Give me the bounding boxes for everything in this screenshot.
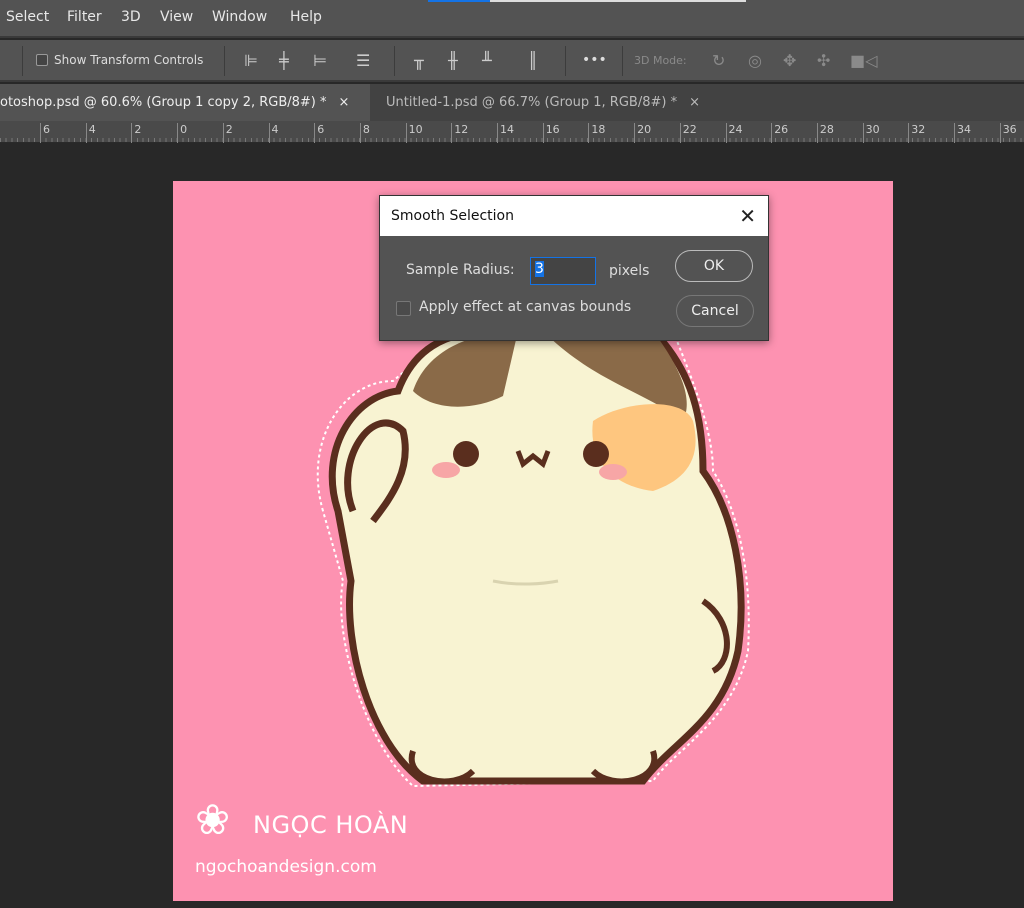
- align-top-icon[interactable]: ╥: [414, 40, 424, 80]
- ruler-tick-label: 6: [40, 123, 50, 143]
- ruler-tick-label: 14: [497, 123, 514, 143]
- align-left-icon[interactable]: ⊫: [244, 40, 258, 80]
- more-options-button[interactable]: •••: [582, 40, 607, 80]
- ruler-tick-label: 10: [405, 123, 423, 143]
- ruler-tick-label: 12: [451, 123, 468, 143]
- ruler-tick-label: 4: [85, 123, 96, 143]
- tab-label: Untitled-1.psd @ 66.7% (Group 1, RGB/8#)…: [386, 95, 678, 110]
- tab-photoshop-psd[interactable]: otoshop.psd @ 60.6% (Group 1 copy 2, RGB…: [0, 84, 370, 121]
- show-transform-controls-label: Show Transform Controls: [54, 53, 204, 67]
- ruler-tick-label: 0: [177, 123, 187, 143]
- logo-flower-icon: ❀: [195, 795, 231, 844]
- 3d-scale-icon[interactable]: ■◁: [850, 40, 877, 80]
- menu-filter[interactable]: Filter: [67, 9, 102, 25]
- ruler-tick-label: 30: [862, 123, 880, 143]
- menu-3d[interactable]: 3D: [121, 9, 141, 25]
- sample-radius-label: Sample Radius:: [406, 262, 515, 278]
- document-tabs: otoshop.psd @ 60.6% (Group 1 copy 2, RGB…: [0, 84, 1024, 121]
- 3d-roll-icon[interactable]: ◎: [748, 40, 762, 80]
- unit-label: pixels: [609, 263, 650, 279]
- menu-window[interactable]: Window: [212, 9, 267, 25]
- align-vcenter-icon[interactable]: ╫: [448, 40, 458, 80]
- align-hcenter-icon[interactable]: ╪: [279, 40, 289, 80]
- ruler-tick-label: 16: [542, 123, 560, 143]
- ruler-tick-label: 22: [679, 123, 697, 143]
- dialog-title-bar: Smooth Selection ✕: [380, 196, 768, 236]
- cancel-button[interactable]: Cancel: [676, 295, 754, 327]
- ruler-tick-label: 8: [359, 123, 370, 143]
- watermark-site: ngochoandesign.com: [195, 857, 377, 877]
- ruler-tick-label: 6: [314, 123, 324, 143]
- tab-untitled-1[interactable]: Untitled-1.psd @ 66.7% (Group 1, RGB/8#)…: [386, 84, 726, 121]
- ruler-tick-label: 24: [725, 123, 743, 143]
- menu-select[interactable]: Select: [6, 9, 49, 25]
- distribute-icon[interactable]: ☰: [356, 40, 370, 80]
- ruler-tick-label: 18: [588, 123, 605, 143]
- ruler-tick-label: 26: [771, 123, 788, 143]
- ruler-tick-label: 34: [954, 123, 971, 143]
- options-bar: Show Transform Controls ⊫ ╪ ⊨ ☰ ╥ ╫ ╨ ║ …: [0, 40, 1024, 82]
- menu-help[interactable]: Help: [290, 9, 322, 25]
- menu-view[interactable]: View: [160, 9, 193, 25]
- ruler-tick-label: 4: [268, 123, 279, 143]
- apply-effect-at-canvas-bounds-checkbox[interactable]: [396, 301, 411, 316]
- sample-radius-value: 3: [535, 261, 544, 277]
- watermark-brand: NGỌC HOÀN: [253, 811, 409, 839]
- 3d-slide-icon[interactable]: ✣: [817, 40, 830, 80]
- ruler-tick-label: 20: [634, 123, 651, 143]
- ruler-tick-label: 2: [131, 123, 141, 143]
- apply-effect-label: Apply effect at canvas bounds: [419, 299, 632, 315]
- align-right-icon[interactable]: ⊨: [313, 40, 327, 80]
- close-icon[interactable]: ✕: [739, 204, 756, 228]
- progress-bar: [428, 0, 746, 2]
- close-tab-icon[interactable]: ×: [689, 95, 700, 110]
- smooth-selection-dialog: Smooth Selection ✕ Sample Radius: 3 pixe…: [379, 195, 769, 341]
- tab-label: otoshop.psd @ 60.6% (Group 1 copy 2, RGB…: [0, 95, 327, 110]
- sample-radius-input[interactable]: 3: [530, 257, 596, 285]
- 3d-mode-label: 3D Mode:: [634, 53, 687, 67]
- ok-button[interactable]: OK: [675, 250, 753, 282]
- show-transform-controls-checkbox[interactable]: Show Transform Controls: [36, 40, 203, 80]
- dialog-title: Smooth Selection: [391, 208, 514, 224]
- horizontal-ruler: 6 4 2 0 2 4 6 8 10 12 14 16 18 20 22 24 26 28 30 32 34 36: [0, 121, 1024, 143]
- ruler-tick-label: 36: [999, 123, 1017, 143]
- close-tab-icon[interactable]: ×: [339, 95, 350, 110]
- ruler-tick-label: 32: [908, 123, 925, 143]
- align-bottom-icon[interactable]: ╨: [482, 40, 492, 80]
- 3d-rotate-icon[interactable]: ↻: [712, 40, 725, 80]
- distribute-vertical-icon[interactable]: ║: [528, 40, 538, 80]
- 3d-pan-icon[interactable]: ✥: [783, 40, 796, 80]
- ruler-tick-label: 2: [222, 123, 233, 143]
- menu-bar: Select Filter 3D View Window Help: [0, 0, 1024, 38]
- ruler-tick-label: 28: [816, 123, 834, 143]
